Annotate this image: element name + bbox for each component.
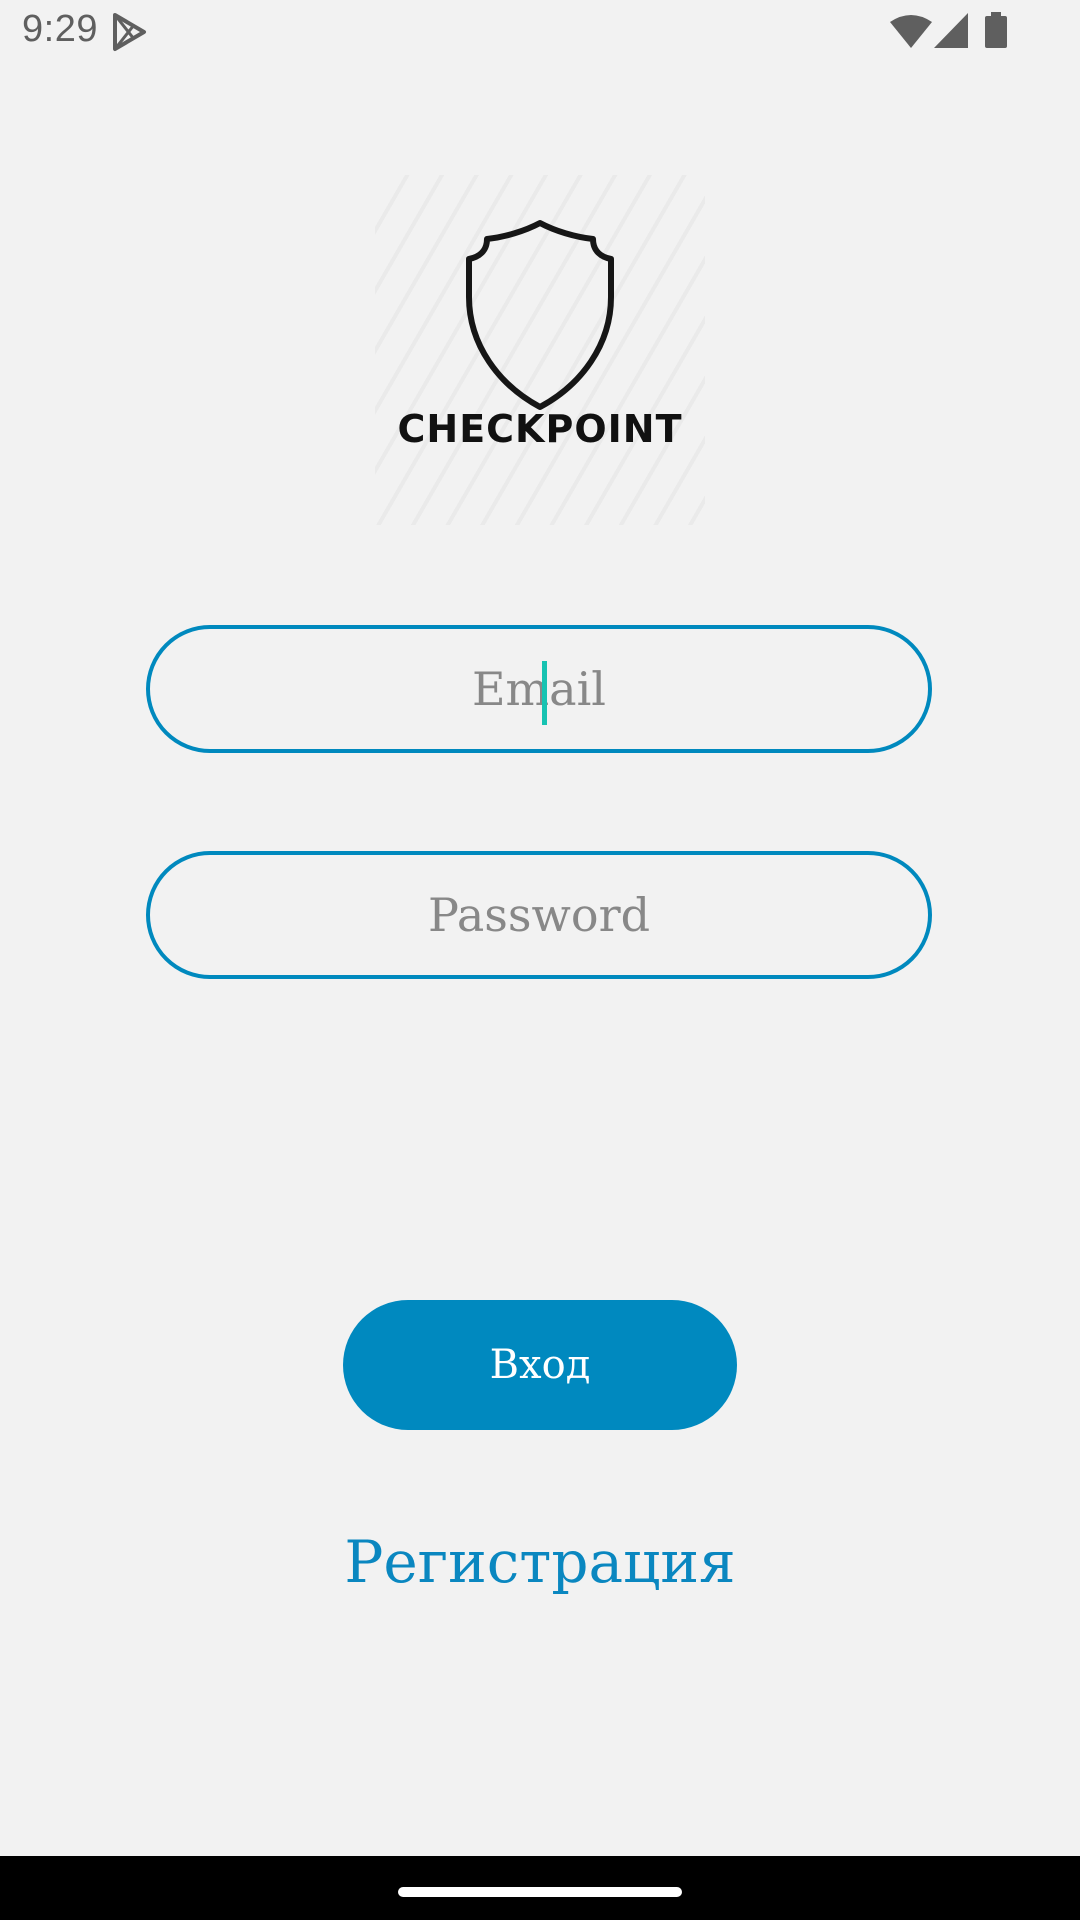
- wifi-icon: [890, 15, 932, 48]
- password-input[interactable]: [150, 855, 928, 975]
- email-input[interactable]: [150, 629, 928, 749]
- battery-icon: [985, 12, 1007, 48]
- brand-name: CHECKPOINT: [397, 407, 683, 451]
- password-field[interactable]: [146, 851, 932, 979]
- email-field[interactable]: [146, 625, 932, 753]
- login-button[interactable]: Вход: [343, 1300, 737, 1430]
- home-handle[interactable]: [398, 1887, 682, 1897]
- app-logo: CHECKPOINT: [375, 175, 705, 525]
- text-cursor: [542, 661, 547, 725]
- signal-icon: [934, 13, 968, 48]
- shield-icon: [466, 220, 614, 410]
- navigation-bar: [0, 1856, 1080, 1920]
- status-bar: 9:29: [0, 0, 1080, 62]
- status-time: 9:29: [22, 8, 98, 50]
- play-store-icon: [113, 13, 146, 51]
- register-link[interactable]: Регистрация: [0, 1528, 1080, 1596]
